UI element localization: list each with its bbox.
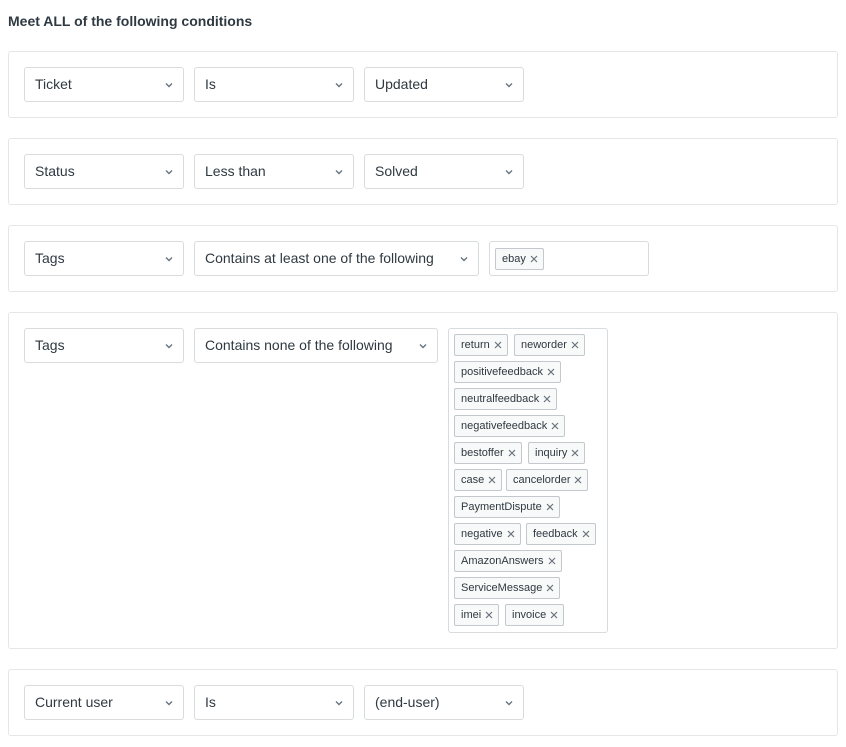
- operator-select[interactable]: Is: [194, 67, 354, 102]
- close-icon[interactable]: [548, 557, 556, 565]
- tag-chip: feedback: [526, 523, 596, 545]
- tag-label: positivefeedback: [461, 366, 543, 378]
- close-icon[interactable]: [530, 255, 538, 263]
- close-icon[interactable]: [543, 395, 551, 403]
- page-title: Meet ALL of the following conditions: [8, 13, 253, 29]
- value-select[interactable]: Solved: [364, 154, 524, 189]
- operator-select[interactable]: Contains at least one of the following: [194, 241, 479, 276]
- tag-chip: case: [454, 469, 503, 491]
- tag-chip: positivefeedback: [454, 361, 561, 383]
- chevron-down-icon: [164, 167, 174, 177]
- tag-label: return: [461, 339, 490, 351]
- close-icon[interactable]: [546, 584, 554, 592]
- tag-label: ebay: [502, 253, 526, 265]
- chevron-down-icon: [418, 341, 428, 351]
- tag-label: invoice: [512, 609, 547, 621]
- tag-label: case: [461, 474, 485, 486]
- tag-chip: negative: [454, 523, 521, 545]
- close-icon[interactable]: [547, 368, 555, 376]
- tag-chip: invoice: [505, 604, 565, 626]
- field-select[interactable]: Tags: [24, 241, 184, 276]
- close-icon[interactable]: [508, 449, 516, 457]
- operator-select-value: Is: [205, 76, 216, 92]
- chevron-down-icon: [504, 167, 514, 177]
- tag-chip: negativefeedback: [454, 415, 566, 437]
- close-icon[interactable]: [571, 449, 579, 457]
- operator-select[interactable]: Is: [194, 685, 354, 720]
- close-icon[interactable]: [494, 341, 502, 349]
- tag-chip: cancelorder: [506, 469, 589, 491]
- operator-select-value: Contains none of the following: [205, 337, 393, 353]
- operator-select[interactable]: Contains none of the following: [194, 328, 438, 363]
- chevron-down-icon: [334, 698, 344, 708]
- condition-row-tags-include: Tags Contains at least one of the follow…: [8, 225, 838, 292]
- field-select-value: Current user: [35, 694, 113, 710]
- chevron-down-icon: [459, 254, 469, 264]
- chevron-down-icon: [504, 80, 514, 90]
- field-select-value: Tags: [35, 250, 65, 266]
- close-icon[interactable]: [574, 476, 582, 484]
- condition-row-current-user: Current user Is (end-user): [8, 669, 838, 736]
- close-icon[interactable]: [485, 611, 493, 619]
- tag-chip: imei: [454, 604, 500, 626]
- tag-chip: neutralfeedback: [454, 388, 558, 410]
- close-icon[interactable]: [571, 341, 579, 349]
- tags-input[interactable]: ebay: [489, 241, 649, 276]
- chevron-down-icon: [164, 254, 174, 264]
- tag-label: neworder: [521, 339, 567, 351]
- tag-chip: PaymentDispute: [454, 496, 560, 518]
- field-select[interactable]: Ticket: [24, 67, 184, 102]
- close-icon[interactable]: [550, 611, 558, 619]
- field-select-value: Ticket: [35, 76, 72, 92]
- tag-chip: bestoffer: [454, 442, 522, 464]
- field-select[interactable]: Tags: [24, 328, 184, 363]
- value-select-value: (end-user): [375, 694, 440, 710]
- chevron-down-icon: [504, 698, 514, 708]
- tag-label: feedback: [533, 528, 578, 540]
- tag-chip: AmazonAnswers: [454, 550, 562, 572]
- tag-chip: ServiceMessage: [454, 577, 561, 599]
- operator-select[interactable]: Less than: [194, 154, 354, 189]
- field-select-value: Status: [35, 163, 75, 179]
- field-select[interactable]: Status: [24, 154, 184, 189]
- chevron-down-icon: [164, 80, 174, 90]
- field-select[interactable]: Current user: [24, 685, 184, 720]
- tag-chip: neworder: [514, 334, 585, 356]
- tag-label: AmazonAnswers: [461, 555, 544, 567]
- close-icon[interactable]: [551, 422, 559, 430]
- tag-label: PaymentDispute: [461, 501, 542, 513]
- chevron-down-icon: [164, 341, 174, 351]
- chevron-down-icon: [164, 698, 174, 708]
- condition-row-tags-exclude: Tags Contains none of the following retu…: [8, 312, 838, 649]
- operator-select-value: Less than: [205, 163, 266, 179]
- tag-label: imei: [461, 609, 482, 621]
- value-select-value: Solved: [375, 163, 418, 179]
- operator-select-value: Is: [205, 694, 216, 710]
- tag-chip: return: [454, 334, 508, 356]
- close-icon[interactable]: [546, 503, 554, 511]
- tag-label: negativefeedback: [461, 420, 548, 432]
- tag-label: inquiry: [535, 447, 568, 459]
- tag-label: bestoffer: [461, 447, 504, 459]
- tags-input[interactable]: return neworder positivefeedback neutral…: [448, 328, 608, 633]
- close-icon[interactable]: [488, 476, 496, 484]
- value-select[interactable]: Updated: [364, 67, 524, 102]
- value-select[interactable]: (end-user): [364, 685, 524, 720]
- tag-chip: ebay: [495, 248, 544, 270]
- value-select-value: Updated: [375, 76, 428, 92]
- condition-row-status: Status Less than Solved: [8, 138, 838, 205]
- chevron-down-icon: [334, 80, 344, 90]
- tag-label: cancelorder: [513, 474, 571, 486]
- tag-label: ServiceMessage: [461, 582, 543, 594]
- close-icon[interactable]: [582, 530, 590, 538]
- operator-select-value: Contains at least one of the following: [205, 250, 434, 266]
- tag-label: neutralfeedback: [461, 393, 540, 405]
- field-select-value: Tags: [35, 337, 65, 353]
- close-icon[interactable]: [507, 530, 515, 538]
- tag-label: negative: [461, 528, 503, 540]
- tag-chip: inquiry: [528, 442, 586, 464]
- condition-row-ticket: Ticket Is Updated: [8, 51, 838, 118]
- chevron-down-icon: [334, 167, 344, 177]
